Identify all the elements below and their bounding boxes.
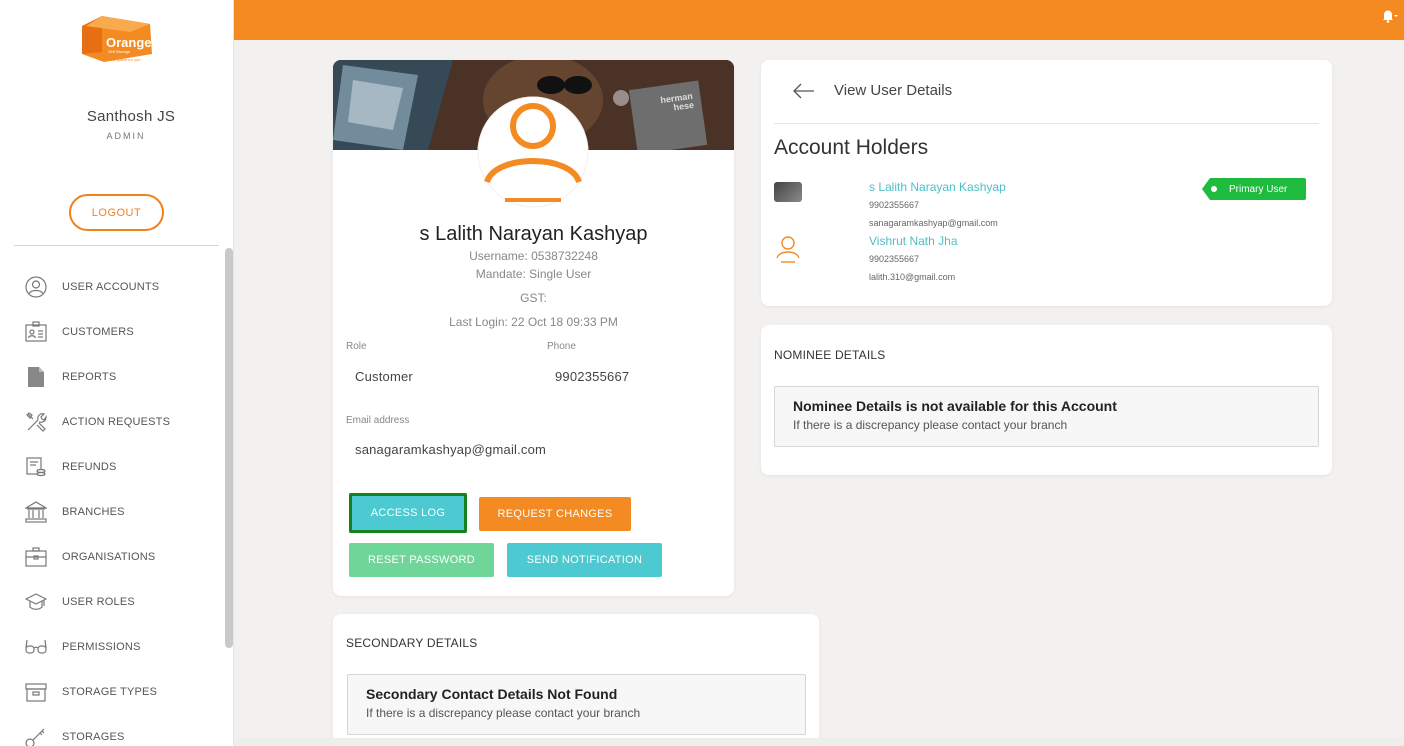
back-arrow-icon[interactable] bbox=[793, 83, 815, 104]
role-label: Role bbox=[346, 341, 367, 352]
page-bottom-edge bbox=[234, 738, 1404, 746]
sidebar-item-branches[interactable]: BRANCHES bbox=[0, 489, 224, 534]
briefcase-icon bbox=[24, 545, 48, 569]
notification-bell-icon[interactable] bbox=[1380, 9, 1398, 28]
badge-dot bbox=[1211, 186, 1217, 192]
sidebar-item-label: USER ACCOUNTS bbox=[62, 280, 160, 293]
id-card-icon bbox=[24, 320, 48, 344]
sidebar-item-label: ACTION REQUESTS bbox=[62, 415, 171, 428]
nominee-notice: Nominee Details is not available for thi… bbox=[774, 386, 1319, 447]
bank-icon bbox=[24, 500, 48, 524]
profile-mandate: Mandate: Single User bbox=[475, 267, 592, 281]
refund-icon bbox=[24, 455, 48, 479]
sidebar-scrollbar[interactable] bbox=[225, 248, 233, 648]
sidebar-item-storages[interactable]: STORAGES bbox=[0, 714, 224, 746]
tools-icon bbox=[24, 410, 48, 434]
user-name: Santhosh JS bbox=[86, 108, 176, 125]
sidebar-item-label: ORGANISATIONS bbox=[62, 550, 156, 563]
top-bar bbox=[234, 0, 1404, 40]
logo-wordmark: Orange bbox=[106, 35, 152, 50]
sidebar-item-label: USER ROLES bbox=[62, 595, 135, 608]
secondary-notice: Secondary Contact Details Not Found If t… bbox=[347, 674, 806, 735]
secondary-section-title: SECONDARY DETAILS bbox=[346, 636, 478, 650]
logo-tagline: Extra space for you bbox=[106, 57, 141, 62]
sidebar-item-reports[interactable]: REPORTS bbox=[0, 354, 224, 399]
sidebar-item-label: BRANCHES bbox=[62, 505, 125, 518]
holder-email: sanagaramkashyap@gmail.com bbox=[869, 218, 998, 228]
document-icon bbox=[24, 365, 48, 389]
sidebar-item-label: PERMISSIONS bbox=[62, 640, 141, 653]
holder-name-link[interactable]: s Lalith Narayan Kashyap bbox=[869, 180, 1006, 194]
email-label: Email address bbox=[346, 415, 410, 426]
sidebar-item-permissions[interactable]: PERMISSIONS bbox=[0, 624, 224, 669]
profile-card: herman hese s Lalith Narayan Kashyap Use… bbox=[333, 60, 734, 596]
secondary-details-card: SECONDARY DETAILS Secondary Contact Deta… bbox=[333, 614, 819, 746]
account-holders-heading: Account Holders bbox=[774, 136, 929, 159]
sidebar-item-user-accounts[interactable]: USER ACCOUNTS bbox=[0, 264, 224, 309]
nominee-section-title: NOMINEE DETAILS bbox=[774, 348, 886, 362]
nominee-details-card: NOMINEE DETAILS Nominee Details is not a… bbox=[761, 325, 1332, 475]
sidebar-item-label: REFUNDS bbox=[62, 460, 117, 473]
sidebar-item-refunds[interactable]: REFUNDS bbox=[0, 444, 224, 489]
sidebar-item-user-roles[interactable]: USER ROLES bbox=[0, 579, 224, 624]
sidebar-item-label: STORAGE TYPES bbox=[62, 685, 158, 698]
glasses-icon bbox=[24, 635, 48, 659]
graduation-cap-icon bbox=[24, 590, 48, 614]
role-value: Customer bbox=[355, 369, 413, 384]
sidebar-item-storage-types[interactable]: STORAGE TYPES bbox=[0, 669, 224, 714]
primary-user-badge: Primary User bbox=[1202, 178, 1306, 200]
access-log-button[interactable]: ACCESS LOG bbox=[349, 493, 467, 533]
sidebar-item-organisations[interactable]: ORGANISATIONS bbox=[0, 534, 224, 579]
notice-subtext: If there is a discrepancy please contact… bbox=[366, 706, 641, 720]
notice-title: Secondary Contact Details Not Found bbox=[366, 686, 618, 702]
holder-email: lalith.310@gmail.com bbox=[869, 272, 956, 282]
email-value: sanagaramkashyap@gmail.com bbox=[355, 442, 547, 457]
profile-gst: GST: bbox=[520, 291, 547, 305]
holder-phone: 9902355667 bbox=[869, 200, 920, 210]
profile-username: Username: 0538732248 bbox=[469, 249, 598, 263]
user-outline-icon bbox=[775, 234, 801, 269]
details-divider bbox=[774, 123, 1319, 124]
holder-avatar-photo bbox=[774, 182, 802, 202]
sidebar-item-label: CUSTOMERS bbox=[62, 325, 134, 338]
key-icon bbox=[24, 725, 48, 746]
logo-subtext: Self Storage bbox=[108, 49, 131, 54]
request-changes-button[interactable]: REQUEST CHANGES bbox=[479, 497, 631, 531]
sidebar: Orange Self Storage Extra space for you … bbox=[0, 0, 234, 746]
badge-label: Primary User bbox=[1229, 183, 1288, 195]
holder-name-link[interactable]: Vishrut Nath Jha bbox=[869, 234, 958, 248]
brand-logo[interactable]: Orange Self Storage Extra space for you bbox=[80, 16, 154, 64]
sidebar-item-customers[interactable]: CUSTOMERS bbox=[0, 309, 224, 354]
notice-title: Nominee Details is not available for thi… bbox=[793, 398, 1117, 414]
profile-last-login: Last Login: 22 Oct 18 09:33 PM bbox=[449, 315, 618, 329]
sidebar-nav: USER ACCOUNTS CUSTOMERS REPORTS ACTION R… bbox=[0, 264, 224, 746]
phone-label: Phone bbox=[547, 341, 576, 352]
notice-subtext: If there is a discrepancy please contact… bbox=[793, 418, 1068, 432]
user-details-card: View User Details Account Holders s Lali… bbox=[761, 60, 1332, 306]
user-circle-icon bbox=[24, 275, 48, 299]
holder-phone: 9902355667 bbox=[869, 254, 920, 264]
sidebar-item-action-requests[interactable]: ACTION REQUESTS bbox=[0, 399, 224, 444]
phone-value: 9902355667 bbox=[555, 369, 630, 384]
page-title: View User Details bbox=[834, 82, 953, 99]
sidebar-divider bbox=[14, 245, 219, 246]
user-role: ADMIN bbox=[106, 131, 146, 141]
profile-name: s Lalith Narayan Kashyap bbox=[419, 223, 648, 245]
profile-avatar[interactable] bbox=[477, 96, 589, 208]
reset-password-button[interactable]: RESET PASSWORD bbox=[349, 543, 494, 577]
logout-button[interactable]: LOGOUT bbox=[69, 194, 164, 231]
archive-box-icon bbox=[24, 680, 48, 704]
sidebar-item-label: STORAGES bbox=[62, 730, 125, 743]
sidebar-item-label: REPORTS bbox=[62, 370, 117, 383]
send-notification-button[interactable]: SEND NOTIFICATION bbox=[507, 543, 662, 577]
